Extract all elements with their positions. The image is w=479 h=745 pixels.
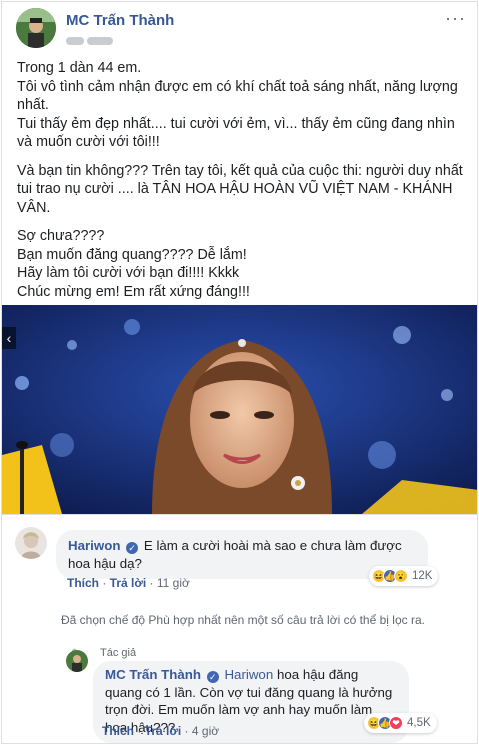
verified-badge-icon: ✓ [206,671,219,683]
previous-photo-icon[interactable]: ‹ [2,327,16,349]
love-reaction-icon: ❤ [389,716,403,730]
reaction-count: 12K [412,570,433,582]
post-body: Trong 1 dàn 44 em. Tôi vô tình cảm nhận … [17,59,467,311]
reply-actions: Thích · Trả lời · 4 giờ [102,724,220,738]
reply-time: 4 giờ [191,724,220,738]
reply-author-avatar[interactable] [66,650,88,672]
author-badge: Tác giả [100,647,137,659]
more-options-icon[interactable]: ··· [445,8,466,29]
comment-actions: Thích · Trả lời · 11 giờ [67,576,190,590]
like-link[interactable]: Thích [102,724,134,738]
post-photo[interactable]: ‹ [2,305,477,514]
comments-section: Hariwon ✓ E làm a cười hoài mà sao e chư… [2,514,477,743]
wow-reaction-icon: 😮 [394,569,408,583]
commenter-name[interactable]: Hariwon [68,538,120,553]
author-avatar[interactable] [16,8,56,48]
reaction-count: 4,5K [407,717,431,729]
comment-reactions[interactable]: 😆 👍 😮 12K [369,566,439,586]
post-paragraph: Trong 1 dàn 44 em. Tôi vô tình cảm nhận … [17,60,458,150]
verified-badge-icon: ✓ [126,542,139,554]
like-link[interactable]: Thích [67,576,99,590]
comment-time: 11 giờ [156,576,190,590]
reply-reactions[interactable]: 😆 👍 ❤ 4,5K [364,713,437,733]
post-header: MC Trấn Thành ··· [16,6,466,50]
reply-link[interactable]: Trả lời [110,576,147,590]
post-paragraph: Sợ chưa???? Bạn muốn đăng quang???? Dễ l… [17,228,250,300]
reply-author-name[interactable]: MC Trấn Thành [105,667,201,682]
post-paragraph: Và bạn tin không??? Trên tay tôi, kết qu… [17,162,463,216]
post-card: MC Trấn Thành ··· Trong 1 dàn 44 em. Tôi… [1,1,478,744]
commenter-avatar[interactable] [15,527,47,559]
reply-link[interactable]: Trả lời [145,724,182,738]
mention-link[interactable]: Hariwon [224,667,273,682]
post-author-name[interactable]: MC Trấn Thành [66,12,174,29]
filter-note: Đã chọn chế độ Phù hợp nhất nên một số c… [61,613,425,627]
post-meta-blurred [66,32,126,45]
